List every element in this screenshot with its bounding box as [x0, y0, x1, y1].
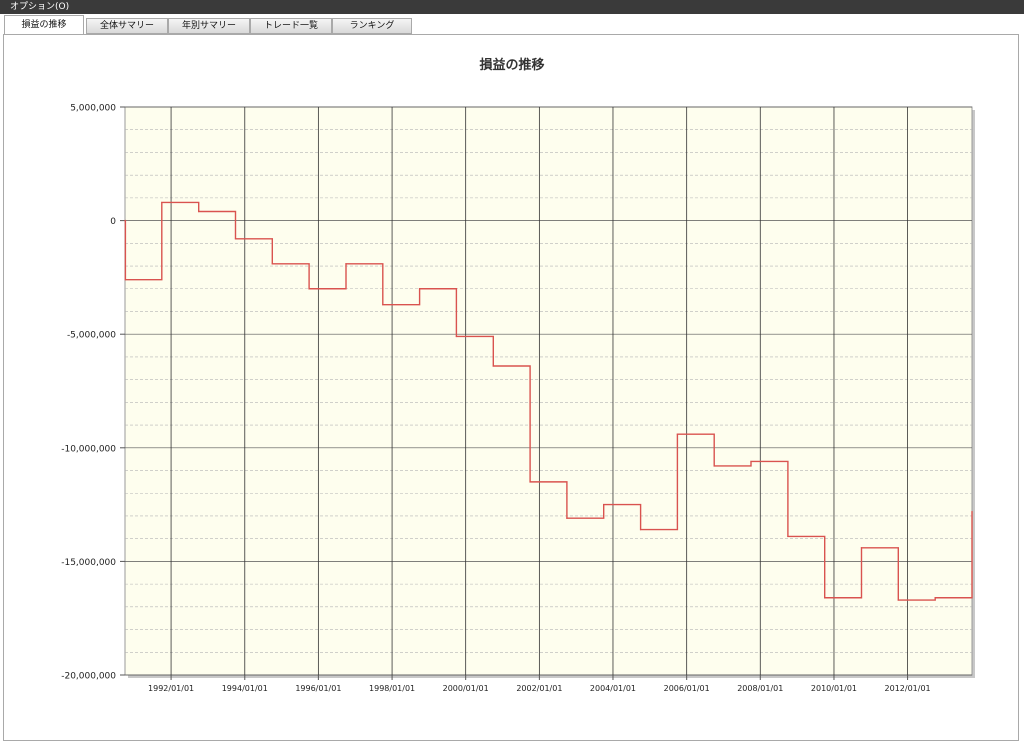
x-tick-label: 2010/01/01: [811, 684, 857, 693]
x-tick-label: 1996/01/01: [295, 684, 341, 693]
data-point: [640, 528, 642, 531]
y-tick-label: 5,000,000: [70, 104, 116, 114]
tab-ranking[interactable]: ランキング: [332, 18, 412, 34]
data-point: [345, 263, 347, 265]
data-point: [971, 510, 973, 513]
data-point: [124, 220, 126, 222]
data-point: [713, 465, 715, 467]
tab-trade-list[interactable]: トレード一覧: [250, 18, 332, 34]
data-point: [161, 201, 163, 204]
x-tick-label: 2004/01/01: [590, 684, 636, 693]
menu-bar: オプション(O): [0, 0, 1024, 14]
y-tick-label: -15,000,000: [61, 558, 116, 568]
data-point: [124, 279, 127, 281]
data-point: [603, 504, 605, 506]
data-point: [566, 517, 568, 519]
y-tick-label: -20,000,000: [61, 672, 116, 682]
data-point: [529, 481, 531, 483]
plot-area: [124, 106, 973, 676]
data-point: [750, 460, 752, 463]
data-point: [455, 335, 457, 338]
data-point: [897, 599, 899, 601]
data-point: [308, 288, 310, 290]
data-point: [824, 597, 826, 599]
data-point: [234, 238, 237, 240]
x-tick-label: 2002/01/01: [516, 684, 562, 693]
y-tick-label: -5,000,000: [67, 331, 116, 341]
data-point: [418, 288, 421, 290]
data-point: [787, 535, 789, 538]
tab-overall-summary[interactable]: 全体サマリー: [86, 18, 168, 34]
options-menu[interactable]: オプション(O): [10, 1, 69, 13]
data-point: [860, 547, 863, 549]
y-tick-label: -10,000,000: [61, 444, 116, 454]
data-point: [271, 263, 273, 265]
tab-pnl-trend[interactable]: 損益の推移: [4, 15, 84, 35]
chart-title: 損益の推移: [479, 57, 544, 73]
x-tick-label: 2012/01/01: [885, 684, 931, 693]
tab-strip: 損益の推移 全体サマリー 年別サマリー トレード一覧 ランキング: [0, 14, 1024, 35]
data-point: [934, 597, 936, 599]
y-tick-label: 0: [110, 217, 116, 227]
tab-yearly-summary[interactable]: 年別サマリー: [168, 18, 250, 34]
data-point: [492, 365, 494, 367]
x-tick-label: 2000/01/01: [443, 684, 489, 693]
x-tick-label: 2008/01/01: [737, 684, 783, 693]
data-point: [676, 433, 679, 435]
data-point: [198, 210, 200, 213]
x-tick-label: 1994/01/01: [222, 684, 268, 693]
x-tick-label: 1992/01/01: [148, 684, 194, 693]
data-point: [382, 304, 384, 306]
pnl-chart: 損益の推移 5,000,000 0 -5,000,000 -10,000,000 -15…: [61, 57, 975, 693]
x-tick-label: 2006/01/01: [664, 684, 710, 693]
x-tick-label: 1998/01/01: [369, 684, 415, 693]
